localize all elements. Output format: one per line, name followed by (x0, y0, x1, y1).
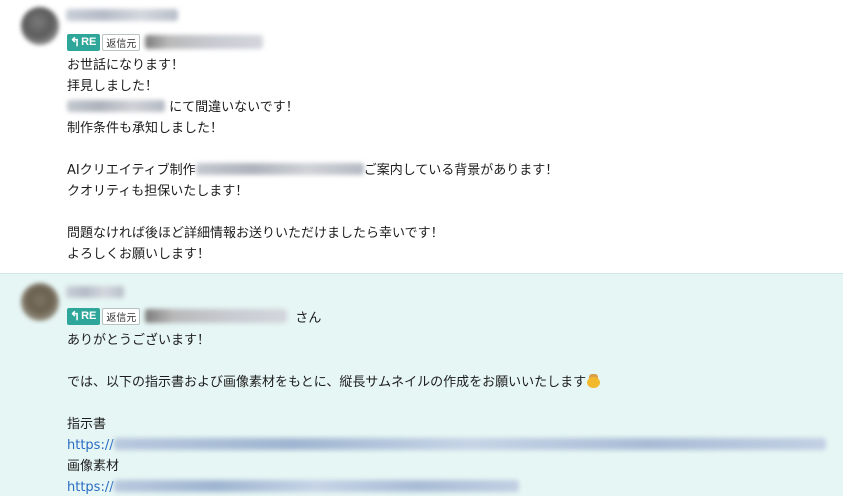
message-line: 画像素材 (67, 459, 120, 474)
sender-name-redacted (66, 9, 178, 21)
message-line: にて間違いないです！ (67, 97, 558, 118)
chat-message[interactable]: ↰ RE 返信元 お世話になります！ 拝見しました！ にて間違いないです！ 制作… (0, 0, 843, 273)
re-badge-label: RE (81, 36, 97, 48)
reply-target-name-redacted (145, 35, 264, 49)
avatar[interactable] (21, 7, 59, 45)
message-text: にて間違いないです！ (169, 100, 299, 115)
message-line: では、以下の指示書および画像素材をもとに、縦長サムネイルの作成をお願いいたします (67, 372, 826, 393)
bowing-emoji-icon (586, 374, 601, 388)
message-line: 拝見しました！ (67, 79, 159, 94)
avatar[interactable] (21, 283, 59, 321)
reply-arrow-icon: ↰ (70, 35, 81, 49)
reply-arrow-icon: ↰ (70, 309, 81, 323)
message-text: ご案内している背景があります！ (363, 163, 559, 178)
re-badge-label: RE (81, 310, 97, 322)
honorific-text: さん (295, 310, 322, 326)
message-body: ありがとうございます！ では、以下の指示書および画像素材をもとに、縦長サムネイル… (67, 330, 826, 498)
redacted-link[interactable] (113, 480, 519, 492)
redacted-text (67, 100, 165, 112)
re-badge[interactable]: ↰ RE (67, 307, 101, 325)
link-text[interactable]: https:// (67, 438, 114, 453)
message-body: お世話になります！ 拝見しました！ にて間違いないです！ 制作条件も承知しました… (67, 55, 558, 265)
message-line: お世話になります！ (67, 58, 185, 73)
message-line: ありがとうございます！ (67, 333, 211, 348)
chat-message-highlighted[interactable]: ↰ RE 返信元 さん ありがとうございます！ では、以下の指示書および画像素材… (0, 273, 843, 496)
message-text: AIクリエイティブ制作 (67, 163, 196, 178)
message-line: 問題なければ後ほど詳細情報お送りいただけましたら幸いです！ (67, 226, 444, 241)
message-line: よろしくお願いします！ (67, 247, 211, 262)
sender-name-redacted (66, 286, 124, 298)
link-text[interactable]: https:// (67, 480, 114, 495)
reply-header: ↰ RE 返信元 (67, 33, 264, 51)
reply-source-label[interactable]: 返信元 (102, 307, 141, 325)
redacted-link[interactable] (113, 438, 826, 450)
reply-source-label[interactable]: 返信元 (102, 33, 141, 51)
image-material-link[interactable]: https:// (67, 477, 826, 498)
message-line: クオリティも担保いたします！ (67, 184, 249, 199)
reply-target-name-redacted (145, 309, 288, 323)
message-line: 指示書 (67, 417, 107, 432)
instruction-link[interactable]: https:// (67, 435, 826, 456)
message-line: 制作条件も承知しました！ (67, 121, 224, 136)
re-badge[interactable]: ↰ RE (67, 33, 101, 51)
redacted-text (195, 163, 364, 175)
reply-header: ↰ RE 返信元 さん (67, 307, 322, 326)
message-text: では、以下の指示書および画像素材をもとに、縦長サムネイルの作成をお願いいたします (67, 375, 587, 390)
message-line: AIクリエイティブ制作 ご案内している背景があります！ (67, 160, 558, 181)
